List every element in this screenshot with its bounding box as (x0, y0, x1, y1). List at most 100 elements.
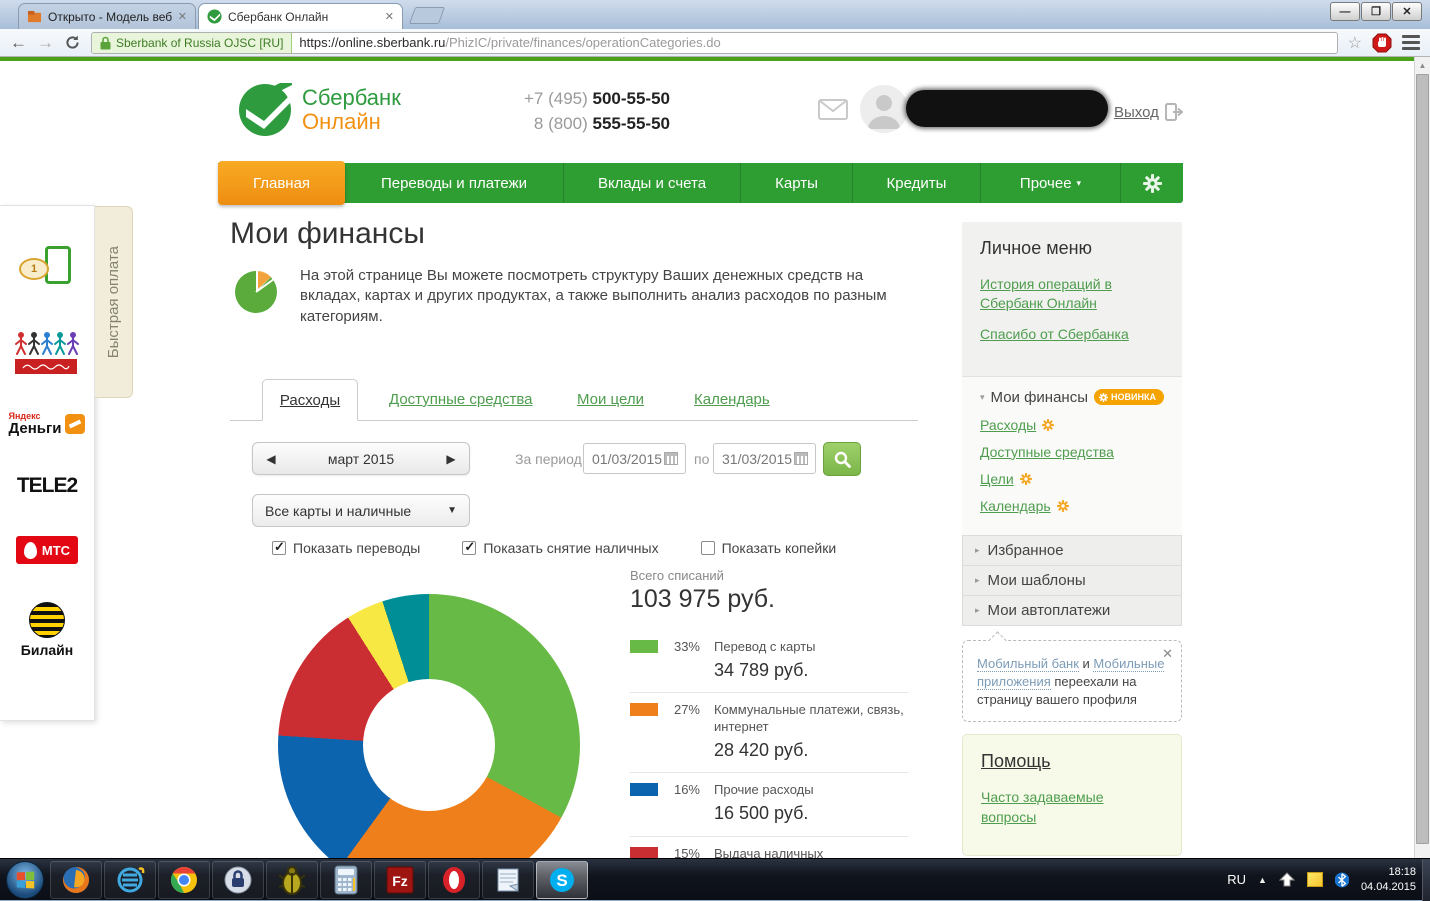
window-close-button[interactable]: ✕ (1392, 2, 1422, 21)
nav-item-vklady[interactable]: Вклады и счета (564, 163, 741, 203)
browser-tab-sberbank[interactable]: Сбербанк Онлайн ✕ (198, 3, 403, 29)
menu-link-rashody[interactable]: Расходы (980, 417, 1164, 433)
back-button[interactable]: ← (10, 34, 27, 51)
taskbar-skype[interactable]: S (536, 861, 588, 899)
sberbank-logo-icon (238, 83, 292, 137)
quickpay-mobile-payment-logo[interactable]: 1 (19, 244, 75, 292)
prev-month-button[interactable]: ◀ (253, 452, 289, 466)
tab-close-icon[interactable]: ✕ (178, 10, 187, 23)
faq-link[interactable]: Часто задаваемые вопросы (981, 788, 1111, 827)
address-bar[interactable]: Sberbank of Russia OJSC [RU] https://onl… (91, 32, 1338, 54)
taskbar-keepass[interactable] (212, 861, 264, 899)
expenses-donut-chart[interactable] (278, 594, 580, 858)
mail-icon[interactable] (818, 99, 848, 120)
hidden-icons-arrow[interactable]: ▲ (1258, 875, 1267, 885)
logout-link[interactable]: Выход (1114, 103, 1183, 121)
legend-item[interactable]: 15% Выдача наличных 15 500 руб. (630, 836, 908, 858)
close-icon[interactable]: ✕ (1162, 645, 1173, 663)
checkbox-show-cash-withdrawals[interactable]: Показать снятие наличных (462, 540, 658, 556)
quickpay-yandex-money-logo[interactable]: ЯндексДеньги (9, 412, 86, 436)
nav-settings-gear[interactable] (1121, 163, 1183, 203)
show-desktop-button[interactable] (1422, 859, 1430, 901)
period-label: За период (515, 451, 582, 467)
action-center-icon[interactable] (1279, 872, 1295, 888)
legend-item[interactable]: 27% Коммунальные платежи, связь, интерне… (630, 692, 908, 772)
taskbar-opera[interactable] (428, 861, 480, 899)
ie-icon (115, 865, 145, 895)
taskbar-filezilla[interactable]: Fz (374, 861, 426, 899)
taskbar-chrome[interactable] (158, 861, 210, 899)
page-scrollbar[interactable]: ▲ (1414, 57, 1430, 858)
browser-menu-icon[interactable] (1402, 35, 1420, 50)
sticky-note-icon[interactable] (1307, 872, 1323, 887)
bluetooth-icon[interactable] (1335, 872, 1349, 888)
bookmark-star-icon[interactable]: ☆ (1348, 33, 1362, 53)
legend-item[interactable]: 16% Прочие расходы 16 500 руб. (630, 772, 908, 835)
window-restore-button[interactable]: ❐ (1361, 2, 1391, 21)
taskbar-calculator[interactable] (320, 861, 372, 899)
adblock-stop-icon[interactable] (1372, 33, 1392, 53)
checkbox-show-kopecks[interactable]: Показать копейки (701, 540, 837, 556)
window-minimize-button[interactable]: — (1330, 2, 1360, 21)
legend-text: Прочие расходы 16 500 руб. (714, 782, 908, 825)
accordion-shablony[interactable]: ▸Мои шаблоны (963, 566, 1181, 596)
scrollbar-thumb[interactable] (1416, 74, 1429, 844)
finances-section-header[interactable]: ▾ Мои финансы новинка (980, 389, 1164, 406)
legend-swatch (630, 783, 658, 796)
help-title[interactable]: Помощь (981, 751, 1051, 772)
bug-icon (278, 865, 306, 895)
logout-label: Выход (1114, 104, 1159, 121)
taskbar-bug-tool[interactable] (266, 861, 318, 899)
checkbox-icon[interactable] (462, 541, 476, 555)
accordion-avtoplatezhi[interactable]: ▸Мои автоплатежи (963, 596, 1181, 626)
sberbank-logo[interactable]: СбербанкОнлайн (238, 83, 401, 137)
new-tab-button[interactable] (409, 7, 445, 24)
quickpay-mts-logo[interactable]: МТС (16, 536, 78, 564)
page-title: Мои финансы (230, 217, 425, 251)
tab-moi-celi[interactable]: Мои цели (577, 391, 644, 408)
taskbar-notepad[interactable] (482, 861, 534, 899)
taskbar-ie[interactable] (104, 861, 156, 899)
quickpay-beeline-logo[interactable]: Билайн (21, 602, 73, 658)
checkbox-icon[interactable] (272, 541, 286, 555)
calendar-icon[interactable] (794, 452, 808, 465)
menu-link-dostupnye[interactable]: Доступные средства (980, 444, 1164, 460)
quickpay-charity-logo[interactable] (15, 330, 79, 374)
link-spasibo[interactable]: Спасибо от Сбербанка (980, 325, 1164, 344)
quickpay-tele2-logo[interactable]: TELE2 (17, 474, 77, 498)
menu-link-celi[interactable]: Цели (980, 471, 1164, 487)
link-operation-history[interactable]: История операций в Сбербанк Онлайн (980, 275, 1164, 313)
start-button[interactable] (6, 861, 44, 899)
menu-link-kalendar[interactable]: Календарь (980, 498, 1164, 514)
legend-item[interactable]: 33% Перевод с карты 34 789 руб. (630, 630, 908, 692)
forward-button[interactable]: → (37, 34, 54, 51)
tab-rashody[interactable]: Расходы (262, 379, 358, 421)
nav-item-kredity[interactable]: Кредиты (853, 163, 981, 203)
nav-item-glavnaya[interactable]: Главная (218, 161, 345, 205)
tab-kalendar[interactable]: Календарь (694, 391, 770, 408)
language-indicator[interactable]: RU (1227, 872, 1246, 887)
accordion-izbrannoe[interactable]: ▸Избранное (963, 536, 1181, 566)
reload-button[interactable] (64, 34, 81, 51)
nav-item-karty[interactable]: Карты (741, 163, 853, 203)
nav-item-prochee[interactable]: Прочее▾ (981, 163, 1121, 203)
account-filter-dropdown[interactable]: Все карты и наличные ▼ (252, 494, 470, 527)
search-button[interactable] (823, 442, 861, 476)
mobile-bank-link[interactable]: Мобильный банк (977, 656, 1079, 672)
quickpay-tab[interactable]: Быстрая оплата (95, 206, 133, 398)
taskbar-firefox[interactable] (50, 861, 102, 899)
nav-item-perevody[interactable]: Переводы и платежи (345, 163, 564, 203)
user-avatar[interactable] (860, 85, 908, 133)
next-month-button[interactable]: ▶ (433, 452, 469, 466)
browser-tab-other[interactable]: Открыто - Модель веб-с ✕ (18, 3, 196, 29)
certificate-badge[interactable]: Sberbank of Russia OJSC [RU] (92, 33, 292, 53)
taskbar-clock[interactable]: 18:18 04.04.2015 (1361, 865, 1416, 894)
scrollbar-up-arrow[interactable]: ▲ (1415, 57, 1430, 73)
help-box: Помощь Часто задаваемые вопросы (962, 734, 1182, 856)
calendar-icon[interactable] (664, 452, 678, 465)
checkbox-show-transfers[interactable]: Показать переводы (272, 540, 420, 556)
checkbox-icon[interactable] (701, 541, 715, 555)
tab-close-icon[interactable]: ✕ (385, 10, 394, 23)
gear-icon (1042, 419, 1054, 431)
tab-dostupnye-sredstva[interactable]: Доступные средства (389, 391, 533, 408)
